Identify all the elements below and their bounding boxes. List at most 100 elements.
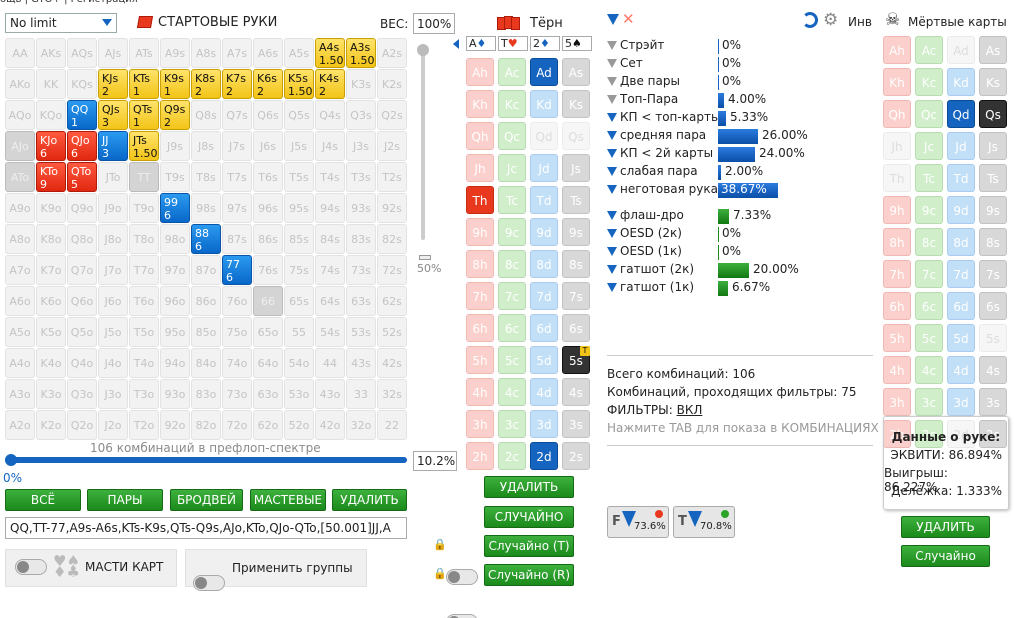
dead-card[interactable]: Jd bbox=[947, 132, 975, 160]
dead-card[interactable]: Ac bbox=[915, 36, 943, 64]
hand-cell[interactable]: KQs bbox=[67, 69, 97, 99]
hand-cell[interactable]: Q3o bbox=[67, 379, 97, 409]
hand-cell[interactable]: T2s bbox=[377, 162, 407, 192]
hand-cell[interactable]: 85s bbox=[284, 224, 314, 254]
turn-card[interactable]: 7h bbox=[466, 282, 494, 310]
hand-cell[interactable]: 74o bbox=[222, 348, 252, 378]
hand-cell[interactable]: KJo 6 bbox=[36, 131, 66, 161]
hand-cell[interactable]: KTs 1 bbox=[129, 69, 159, 99]
turn-card[interactable]: 9h bbox=[466, 218, 494, 246]
turn-card[interactable]: Ac bbox=[498, 58, 526, 86]
hand-cell[interactable]: 42o bbox=[315, 410, 345, 440]
hand-cell[interactable]: 73o bbox=[222, 379, 252, 409]
filter-icon[interactable] bbox=[607, 247, 617, 256]
filters-toggle-link[interactable]: ВКЛ bbox=[677, 403, 703, 417]
dead-card[interactable]: 5h bbox=[883, 324, 911, 352]
dead-card[interactable]: 6c bbox=[915, 292, 943, 320]
range-pct-input[interactable]: 10.2% bbox=[413, 451, 457, 471]
turn-card[interactable]: Js bbox=[562, 154, 590, 182]
turn-card[interactable]: 4h bbox=[466, 378, 494, 406]
dead-card[interactable]: 9c bbox=[915, 196, 943, 224]
dead-card[interactable]: 6s bbox=[979, 292, 1007, 320]
dead-card[interactable]: 5c bbox=[915, 324, 943, 352]
hand-cell[interactable]: 98s bbox=[191, 193, 221, 223]
dead-card[interactable]: 5s bbox=[979, 324, 1007, 352]
hand-cell[interactable]: 86s bbox=[253, 224, 283, 254]
dead-card[interactable]: Ah bbox=[883, 36, 911, 64]
hand-cell[interactable]: 84o bbox=[191, 348, 221, 378]
hand-cell[interactable]: 87o bbox=[191, 255, 221, 285]
turn-delete-button[interactable]: УДАЛИТЬ bbox=[484, 476, 574, 498]
f-filter-badge[interactable]: F 73.6% bbox=[607, 506, 669, 538]
dead-card[interactable]: 7d bbox=[947, 260, 975, 288]
turn-random-button[interactable]: СЛУЧАЙНО bbox=[484, 506, 574, 528]
hand-cell[interactable]: 72s bbox=[377, 255, 407, 285]
dead-card[interactable]: As bbox=[979, 36, 1007, 64]
hand-cell[interactable]: T8o bbox=[129, 224, 159, 254]
hand-cell[interactable]: J4o bbox=[98, 348, 128, 378]
hand-cell[interactable]: T6o bbox=[129, 286, 159, 316]
turn-card[interactable]: Kh bbox=[466, 90, 494, 118]
hand-cell[interactable]: Q2s bbox=[377, 100, 407, 130]
suited-button[interactable]: МАСТЕВЫЕ bbox=[250, 489, 326, 511]
hand-cell[interactable]: K7o bbox=[36, 255, 66, 285]
hand-cell[interactable]: K3o bbox=[36, 379, 66, 409]
draw-row[interactable]: гатшот (1к) bbox=[607, 280, 694, 294]
hand-cell[interactable]: 97o bbox=[160, 255, 190, 285]
turn-card[interactable]: 4c bbox=[498, 378, 526, 406]
dead-card[interactable]: 7c bbox=[915, 260, 943, 288]
hand-cell[interactable]: 76s bbox=[253, 255, 283, 285]
hand-cell[interactable]: J8o bbox=[98, 224, 128, 254]
hand-cell[interactable]: AQs bbox=[67, 38, 97, 68]
dead-card[interactable]: Tc bbox=[915, 164, 943, 192]
turn-card[interactable]: 4d bbox=[530, 378, 558, 406]
hand-cell[interactable]: A4o bbox=[5, 348, 35, 378]
hand-cell[interactable]: KQo bbox=[36, 100, 66, 130]
hand-cell[interactable]: 53s bbox=[346, 317, 376, 347]
hand-cell[interactable]: T2o bbox=[129, 410, 159, 440]
board-card[interactable]: A♦ bbox=[466, 36, 496, 51]
filter-icon[interactable] bbox=[607, 211, 617, 220]
hand-cell[interactable]: J9s bbox=[160, 131, 190, 161]
dead-card[interactable]: Th bbox=[883, 164, 911, 192]
dead-card[interactable]: 6d bbox=[947, 292, 975, 320]
hand-cell[interactable]: 88 6 bbox=[191, 224, 221, 254]
hand-cell[interactable]: 73s bbox=[346, 255, 376, 285]
hand-cell[interactable]: QJo 6 bbox=[67, 131, 97, 161]
hand-cell[interactable]: A2s bbox=[377, 38, 407, 68]
hand-cell[interactable]: 75o bbox=[222, 317, 252, 347]
hand-cell[interactable]: ATs bbox=[129, 38, 159, 68]
turn-card[interactable]: Qc bbox=[498, 122, 526, 150]
draw-row[interactable]: OESD (1к) bbox=[607, 244, 682, 258]
dead-card[interactable]: Qd bbox=[947, 100, 975, 128]
hand-strength-row[interactable]: КП < 2й карты bbox=[607, 146, 713, 160]
dead-card[interactable]: Ad bbox=[947, 36, 975, 64]
turn-card[interactable]: 3d bbox=[530, 410, 558, 438]
range-text-input[interactable]: QQ,TT-77,A9s-A6s,KTs-K9s,QTs-Q9s,AJo,KTo… bbox=[5, 517, 407, 539]
hand-cell[interactable]: 97s bbox=[222, 193, 252, 223]
hand-cell[interactable]: 65o bbox=[253, 317, 283, 347]
hand-cell[interactable]: 82s bbox=[377, 224, 407, 254]
turn-card[interactable]: 9d bbox=[530, 218, 558, 246]
board-card[interactable]: T♥ bbox=[498, 36, 528, 51]
hand-cell[interactable]: 95o bbox=[160, 317, 190, 347]
start-hands-header[interactable]: СТАРТОВЫЕ РУКИ bbox=[136, 15, 277, 30]
hand-cell[interactable]: 32s bbox=[377, 379, 407, 409]
hand-cell[interactable]: 83o bbox=[191, 379, 221, 409]
filter-icon[interactable] bbox=[607, 41, 617, 50]
hand-cell[interactable]: 99 6 bbox=[160, 193, 190, 223]
board-back-icon[interactable] bbox=[453, 39, 459, 49]
turn-card[interactable]: 3s bbox=[562, 410, 590, 438]
hand-strength-row[interactable]: Сет bbox=[607, 56, 643, 70]
hand-cell[interactable]: A4s 1.50 bbox=[315, 38, 345, 68]
filter-icon[interactable] bbox=[607, 149, 617, 158]
hand-cell[interactable]: K8s 2 bbox=[191, 69, 221, 99]
hand-cell[interactable]: 94o bbox=[160, 348, 190, 378]
hand-cell[interactable]: 52s bbox=[377, 317, 407, 347]
hand-cell[interactable]: A5s bbox=[284, 38, 314, 68]
inv-label[interactable]: Инв bbox=[848, 15, 872, 29]
hand-cell[interactable]: AJo bbox=[5, 131, 35, 161]
weight-slider[interactable] bbox=[417, 44, 429, 242]
filter-icon[interactable] bbox=[607, 77, 617, 86]
filter-icon[interactable] bbox=[607, 265, 617, 274]
